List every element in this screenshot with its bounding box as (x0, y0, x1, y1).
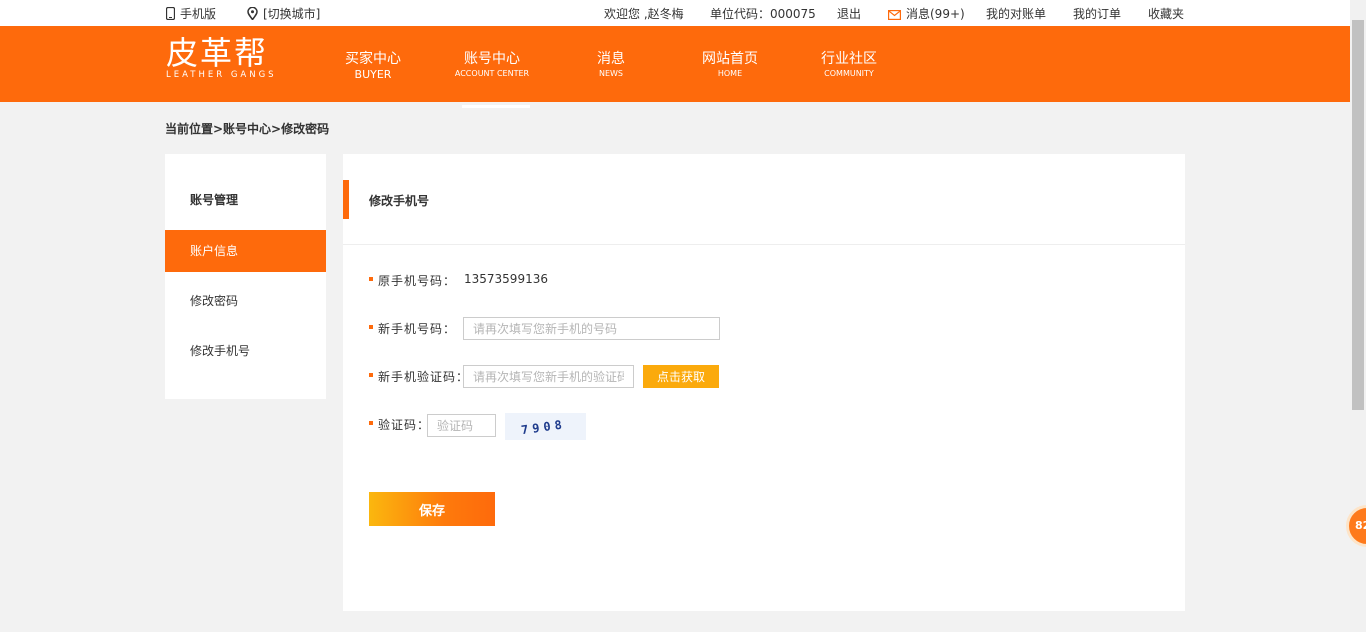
nav-label: 行业社区 (821, 51, 877, 67)
nav-sublabel: COMMUNITY (824, 69, 874, 78)
mail-icon (888, 10, 901, 20)
old-phone-label: 原手机号码： (378, 274, 457, 288)
messages-link[interactable]: 消息(99+) (888, 5, 965, 22)
switch-city-link[interactable]: [切换城市] (247, 5, 320, 22)
captcha-graphic: 7908 (520, 417, 566, 437)
sidebar: 账号管理 账户信息 修改密码 修改手机号 (165, 154, 326, 399)
sms-code-label: 新手机验证码： (378, 370, 470, 384)
title-accent-bar (343, 180, 349, 219)
mobile-link[interactable]: 手机版 (166, 5, 216, 22)
nav-sublabel: BUYER (354, 68, 392, 81)
messages-label: 消息(99+) (906, 7, 965, 21)
floating-badge[interactable]: 82 (1346, 505, 1366, 547)
logo[interactable]: 皮革帮 LEATHER GANGS (166, 36, 277, 80)
nav-sublabel: ACCOUNT CENTER (454, 69, 530, 78)
bullet-icon (369, 421, 373, 425)
divider (343, 244, 1185, 245)
breadcrumb: 当前位置>账号中心>修改密码 (165, 122, 330, 136)
location-pin-icon (247, 7, 258, 20)
bullet-icon (369, 373, 373, 377)
new-phone-input[interactable] (463, 317, 720, 340)
logo-en: LEATHER GANGS (166, 70, 277, 80)
nav-label: 买家中心 (345, 51, 401, 67)
nav-sublabel: NEWS (598, 69, 624, 78)
bullet-icon (369, 277, 373, 281)
nav-account-center[interactable]: 账号中心 ACCOUNT CENTER (444, 51, 540, 108)
scrollbar-thumb[interactable] (1352, 20, 1364, 410)
old-phone-value: 13573599136 (464, 272, 548, 286)
logo-cn: 皮革帮 (166, 34, 269, 72)
nav-buyer-center[interactable]: 买家中心 BUYER (325, 51, 421, 81)
sidebar-item-change-password[interactable]: 修改密码 (165, 280, 326, 322)
captcha-label: 验证码： (378, 418, 431, 432)
main-header: 皮革帮 LEATHER GANGS 买家中心 BUYER 账号中心 ACCOUN… (0, 26, 1350, 108)
new-phone-label: 新手机号码： (378, 322, 457, 336)
sidebar-item-change-phone[interactable]: 修改手机号 (165, 330, 326, 372)
logout-link[interactable]: 退出 (837, 5, 861, 22)
captcha-code: 7908 (520, 417, 566, 437)
captcha-input[interactable] (427, 414, 496, 437)
nav-home[interactable]: 网站首页 HOME (682, 51, 778, 80)
panel-header: 修改手机号 (343, 180, 1185, 219)
panel-title: 修改手机号 (369, 194, 430, 208)
sms-code-input[interactable] (463, 365, 634, 388)
sidebar-heading: 账号管理 (190, 193, 239, 207)
nav-sublabel: HOME (717, 69, 743, 78)
favorites-link[interactable]: 收藏夹 (1148, 5, 1184, 22)
sidebar-item-account-info[interactable]: 账户信息 (165, 230, 326, 272)
unit-code-text: 单位代码：000075 (710, 7, 816, 21)
nav-label: 网站首页 (702, 51, 758, 67)
nav-label: 账号中心 (464, 51, 520, 67)
nav-news[interactable]: 消息 NEWS (563, 51, 659, 80)
mobile-label: 手机版 (180, 7, 217, 21)
save-button[interactable]: 保存 (369, 492, 495, 526)
captcha-image[interactable]: 7908 (505, 413, 586, 440)
my-bills-link[interactable]: 我的对账单 (986, 5, 1046, 22)
my-orders-link[interactable]: 我的订单 (1073, 5, 1121, 22)
nav-community[interactable]: 行业社区 COMMUNITY (801, 51, 897, 80)
top-bar: 手机版 [切换城市] 欢迎您 ,赵冬梅 单位代码：000075 退出 消息(99… (0, 0, 1350, 26)
get-code-button[interactable]: 点击获取 (643, 365, 719, 388)
bullet-icon (369, 325, 373, 329)
welcome-text: 欢迎您 ,赵冬梅 (604, 7, 684, 21)
nav-label: 消息 (597, 51, 625, 67)
main-panel: 修改手机号 原手机号码： 13573599136 新手机号码： 新手机验证码： … (343, 154, 1185, 611)
switch-city-label: [切换城市] (263, 7, 321, 21)
phone-icon (166, 7, 175, 20)
